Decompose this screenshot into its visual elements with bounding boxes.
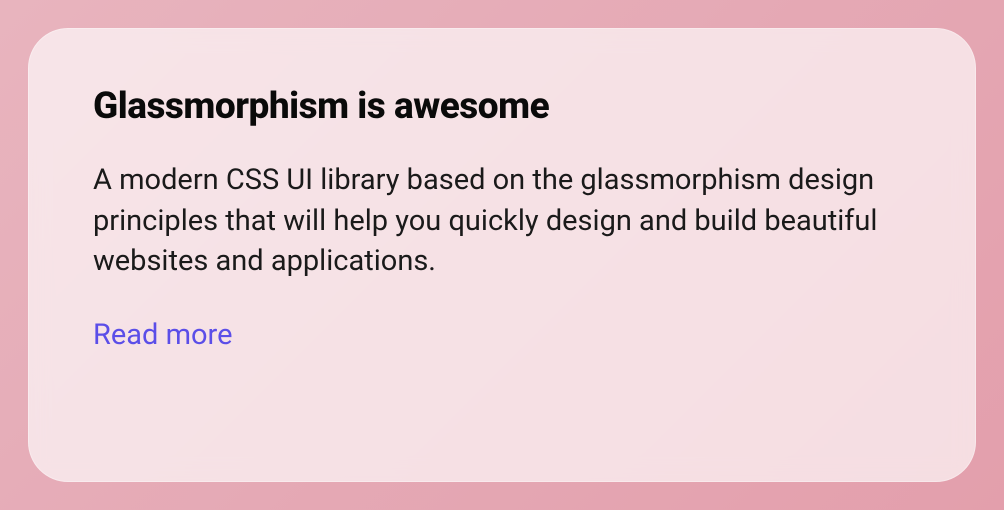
read-more-link[interactable]: Read more bbox=[93, 318, 232, 352]
card-description: A modern CSS UI library based on the gla… bbox=[93, 160, 911, 282]
glassmorphism-card: Glassmorphism is awesome A modern CSS UI… bbox=[28, 28, 976, 482]
card-title: Glassmorphism is awesome bbox=[93, 85, 911, 128]
